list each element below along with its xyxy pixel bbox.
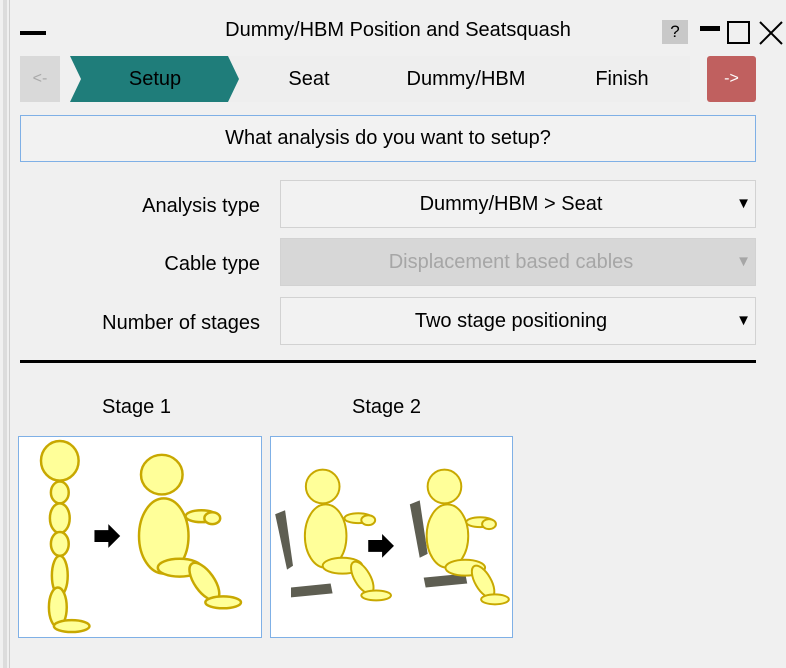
help-button[interactable]: ? (662, 20, 688, 44)
step-dummy-hbm-label: Dummy/HBM (406, 68, 526, 90)
stage-2-label: Stage 2 (352, 396, 421, 418)
title-bar: Dummy/HBM Position and Seatsquash ? (10, 0, 786, 48)
stage-1-label: Stage 1 (102, 396, 171, 418)
section-divider (20, 360, 756, 363)
panel-resize-strip[interactable] (3, 0, 7, 668)
number-of-stages-value: Two stage positioning (414, 310, 608, 332)
maximize-icon[interactable] (727, 21, 750, 44)
analysis-type-value: Dummy/HBM > Seat (419, 193, 603, 215)
analysis-type-label: Analysis type (142, 195, 260, 217)
cable-type-dropdown: Displacement based cables ▼ (280, 238, 756, 286)
dropdown-caret-icon: ▼ (736, 253, 751, 270)
window-left-edge (0, 0, 10, 668)
number-of-stages-label: Number of stages (102, 312, 260, 334)
step-finish-label: Finish (595, 68, 649, 90)
wizard-step-bar: <- Setup Seat Dummy/HBM Finish -> (20, 56, 756, 102)
question-banner: What analysis do you want to setup? (20, 115, 756, 162)
close-icon[interactable] (756, 18, 786, 48)
step-setup-label: Setup (128, 68, 182, 90)
analysis-type-dropdown[interactable]: Dummy/HBM > Seat ▼ (280, 180, 756, 228)
dropdown-caret-icon: ▼ (736, 312, 751, 329)
cable-type-value: Displacement based cables (388, 251, 634, 273)
dropdown-caret-icon: ▼ (736, 195, 751, 212)
cable-type-label: Cable type (164, 253, 260, 275)
step-seat-label: Seat (288, 68, 330, 90)
stage-1-image[interactable] (18, 436, 262, 638)
minimize-icon[interactable] (700, 26, 720, 31)
next-button[interactable]: -> (707, 56, 756, 102)
back-button[interactable]: <- (20, 56, 60, 102)
number-of-stages-dropdown[interactable]: Two stage positioning ▼ (280, 297, 756, 345)
stage-2-image[interactable] (270, 436, 513, 638)
